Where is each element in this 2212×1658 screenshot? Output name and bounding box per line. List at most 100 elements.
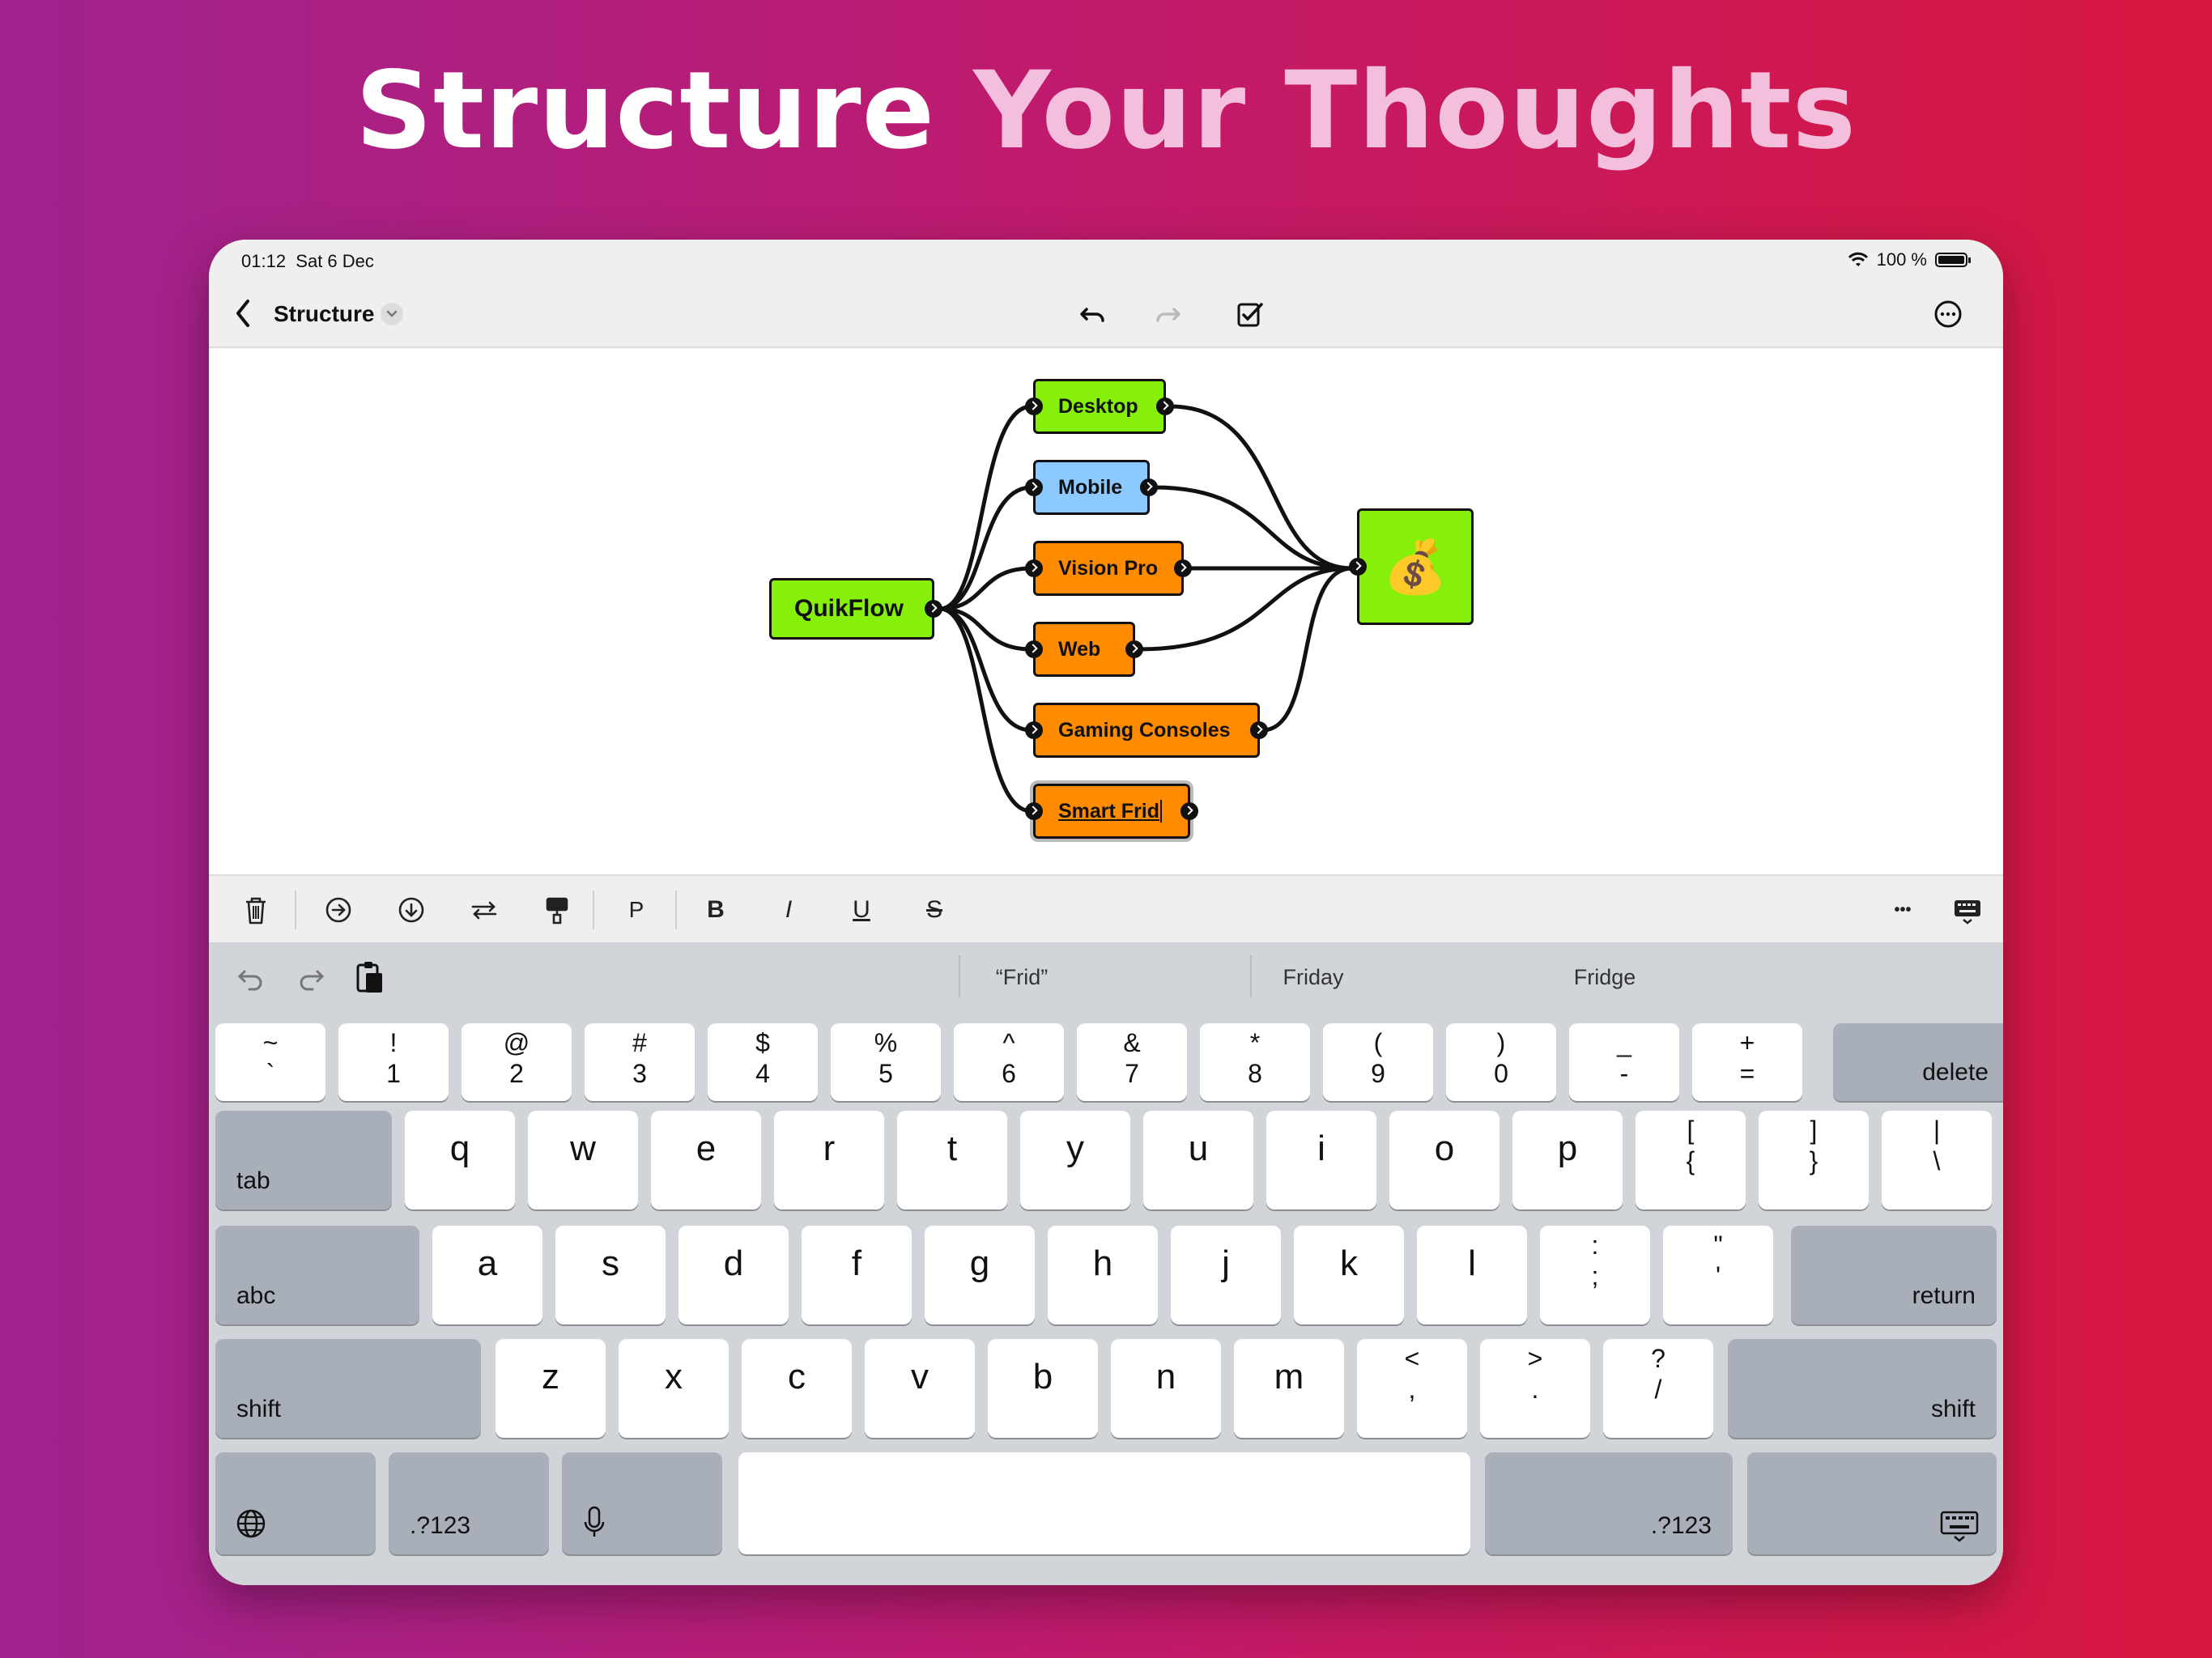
redo-icon[interactable] <box>1150 296 1185 332</box>
key-a[interactable]: a <box>432 1226 542 1324</box>
document-title[interactable]: Structure <box>274 301 374 327</box>
key-sym1-1[interactable]: ]} <box>1759 1111 1869 1209</box>
node-gaming-consoles-out-port[interactable] <box>1250 721 1268 739</box>
more-format-button[interactable]: ••• <box>1885 892 1921 928</box>
keyboard-dismiss-icon[interactable] <box>1950 892 1985 928</box>
key-num-4[interactable]: $4 <box>708 1023 818 1101</box>
key-num-3[interactable]: #3 <box>585 1023 695 1101</box>
key-c[interactable]: c <box>742 1339 852 1438</box>
node-root-out-port[interactable] <box>925 600 942 618</box>
key-num-0[interactable]: ~ ` <box>215 1023 325 1101</box>
numbers-right-key[interactable]: .?123 <box>1485 1452 1733 1554</box>
clipboard-paste-icon[interactable] <box>353 959 385 996</box>
key-num-6[interactable]: ^ 6 <box>954 1023 1064 1101</box>
node-gaming-consoles-in-port[interactable] <box>1025 721 1043 739</box>
node-web[interactable]: Web <box>1025 622 1143 677</box>
paint-style-icon[interactable] <box>539 892 575 928</box>
key-sym3-2[interactable]: ? / <box>1603 1339 1713 1438</box>
key-w[interactable]: w <box>528 1111 638 1209</box>
key-m[interactable]: m <box>1234 1339 1344 1438</box>
node-desktop-in-port[interactable] <box>1025 397 1043 415</box>
tab-key[interactable]: tab <box>215 1111 392 1209</box>
key-num-11[interactable]: _ - <box>1569 1023 1679 1101</box>
numbers-left-key[interactable]: .?123 <box>389 1452 549 1554</box>
key-sym1-2[interactable]: | \ <box>1882 1111 1992 1209</box>
node-vision-pro-out-port[interactable] <box>1174 559 1192 577</box>
mindmap-canvas[interactable]: QuikFlow Desktop Mobile Vision Pro Web G… <box>209 348 2003 874</box>
return-key[interactable]: return <box>1791 1226 1997 1324</box>
key-num-1[interactable]: ! 1 <box>338 1023 449 1101</box>
keyboard-undo-icon[interactable] <box>235 962 267 994</box>
paragraph-style-button[interactable]: P <box>619 892 654 928</box>
node-root[interactable]: QuikFlow <box>769 578 942 640</box>
key-b[interactable]: b <box>988 1339 1098 1438</box>
suggestion-literal[interactable]: “Frid” <box>876 965 1168 990</box>
key-s[interactable]: s <box>555 1226 666 1324</box>
key-h[interactable]: h <box>1048 1226 1158 1324</box>
node-mobile[interactable]: Mobile <box>1025 460 1158 515</box>
key-sym2-0[interactable]: :; <box>1540 1226 1650 1324</box>
node-vision-pro-in-port[interactable] <box>1025 559 1043 577</box>
node-desktop[interactable]: Desktop <box>1025 379 1174 434</box>
key-t[interactable]: t <box>897 1111 1007 1209</box>
suggestion-fridge[interactable]: Fridge <box>1459 965 1750 990</box>
key-x[interactable]: x <box>619 1339 729 1438</box>
key-j[interactable]: j <box>1171 1226 1281 1324</box>
key-z[interactable]: z <box>496 1339 606 1438</box>
node-web-out-port[interactable] <box>1125 640 1143 658</box>
key-o[interactable]: o <box>1389 1111 1499 1209</box>
suggestion-friday[interactable]: Friday <box>1168 965 1459 990</box>
undo-icon[interactable] <box>1075 296 1111 332</box>
key-d[interactable]: d <box>678 1226 789 1324</box>
key-num-9[interactable]: (9 <box>1323 1023 1433 1101</box>
shift-right-key[interactable]: shift <box>1728 1339 1997 1438</box>
globe-key[interactable] <box>215 1452 376 1554</box>
key-sym3-1[interactable]: >. <box>1480 1339 1590 1438</box>
node-vision-pro[interactable]: Vision Pro <box>1025 541 1192 596</box>
key-u[interactable]: u <box>1143 1111 1253 1209</box>
node-money-in-port[interactable] <box>1349 558 1367 576</box>
key-y[interactable]: y <box>1020 1111 1130 1209</box>
space-key[interactable] <box>738 1452 1470 1554</box>
key-sym3-0[interactable]: <, <box>1357 1339 1467 1438</box>
dictation-key[interactable] <box>562 1452 722 1554</box>
key-f[interactable]: f <box>802 1226 912 1324</box>
key-g[interactable]: g <box>925 1226 1035 1324</box>
node-money-target[interactable]: 💰 <box>1349 508 1474 625</box>
add-child-right-icon[interactable] <box>321 892 356 928</box>
strikethrough-button[interactable]: S <box>917 892 952 928</box>
key-num-5[interactable]: % 5 <box>831 1023 941 1101</box>
key-num-2[interactable]: @2 <box>462 1023 572 1101</box>
node-mobile-out-port[interactable] <box>1140 478 1158 496</box>
node-smart-fridge-out-port[interactable] <box>1180 802 1198 820</box>
key-num-12[interactable]: + = <box>1692 1023 1802 1101</box>
key-num-8[interactable]: * 8 <box>1200 1023 1310 1101</box>
back-chevron-icon[interactable] <box>227 293 259 334</box>
node-smart-fridge-in-port[interactable] <box>1025 802 1043 820</box>
key-q[interactable]: q <box>405 1111 515 1209</box>
title-menu-chevron-icon[interactable] <box>381 303 403 325</box>
bold-button[interactable]: B <box>698 892 734 928</box>
node-mobile-in-port[interactable] <box>1025 478 1043 496</box>
trash-icon[interactable] <box>238 892 274 928</box>
delete-key[interactable]: delete <box>1833 1023 2003 1101</box>
node-desktop-out-port[interactable] <box>1156 397 1174 415</box>
italic-button[interactable]: I <box>771 892 806 928</box>
select-checklist-icon[interactable] <box>1232 296 1268 332</box>
key-e[interactable]: e <box>651 1111 761 1209</box>
node-gaming-consoles[interactable]: Gaming Consoles <box>1025 703 1268 758</box>
shift-left-key[interactable]: shift <box>215 1339 481 1438</box>
add-sibling-below-icon[interactable] <box>393 892 429 928</box>
key-k[interactable]: k <box>1294 1226 1404 1324</box>
node-smart-fridge-editing[interactable]: Smart Frid <box>1025 780 1198 842</box>
keyboard-redo-icon[interactable] <box>295 962 327 994</box>
abc-key[interactable]: abc <box>215 1226 419 1324</box>
more-options-icon[interactable] <box>1930 296 1966 332</box>
key-num-7[interactable]: & 7 <box>1077 1023 1187 1101</box>
node-web-in-port[interactable] <box>1025 640 1043 658</box>
key-n[interactable]: n <box>1111 1339 1221 1438</box>
hide-keyboard-key[interactable] <box>1747 1452 1997 1554</box>
key-sym1-0[interactable]: [{ <box>1636 1111 1746 1209</box>
swap-direction-icon[interactable] <box>466 892 502 928</box>
underline-button[interactable]: U <box>844 892 879 928</box>
